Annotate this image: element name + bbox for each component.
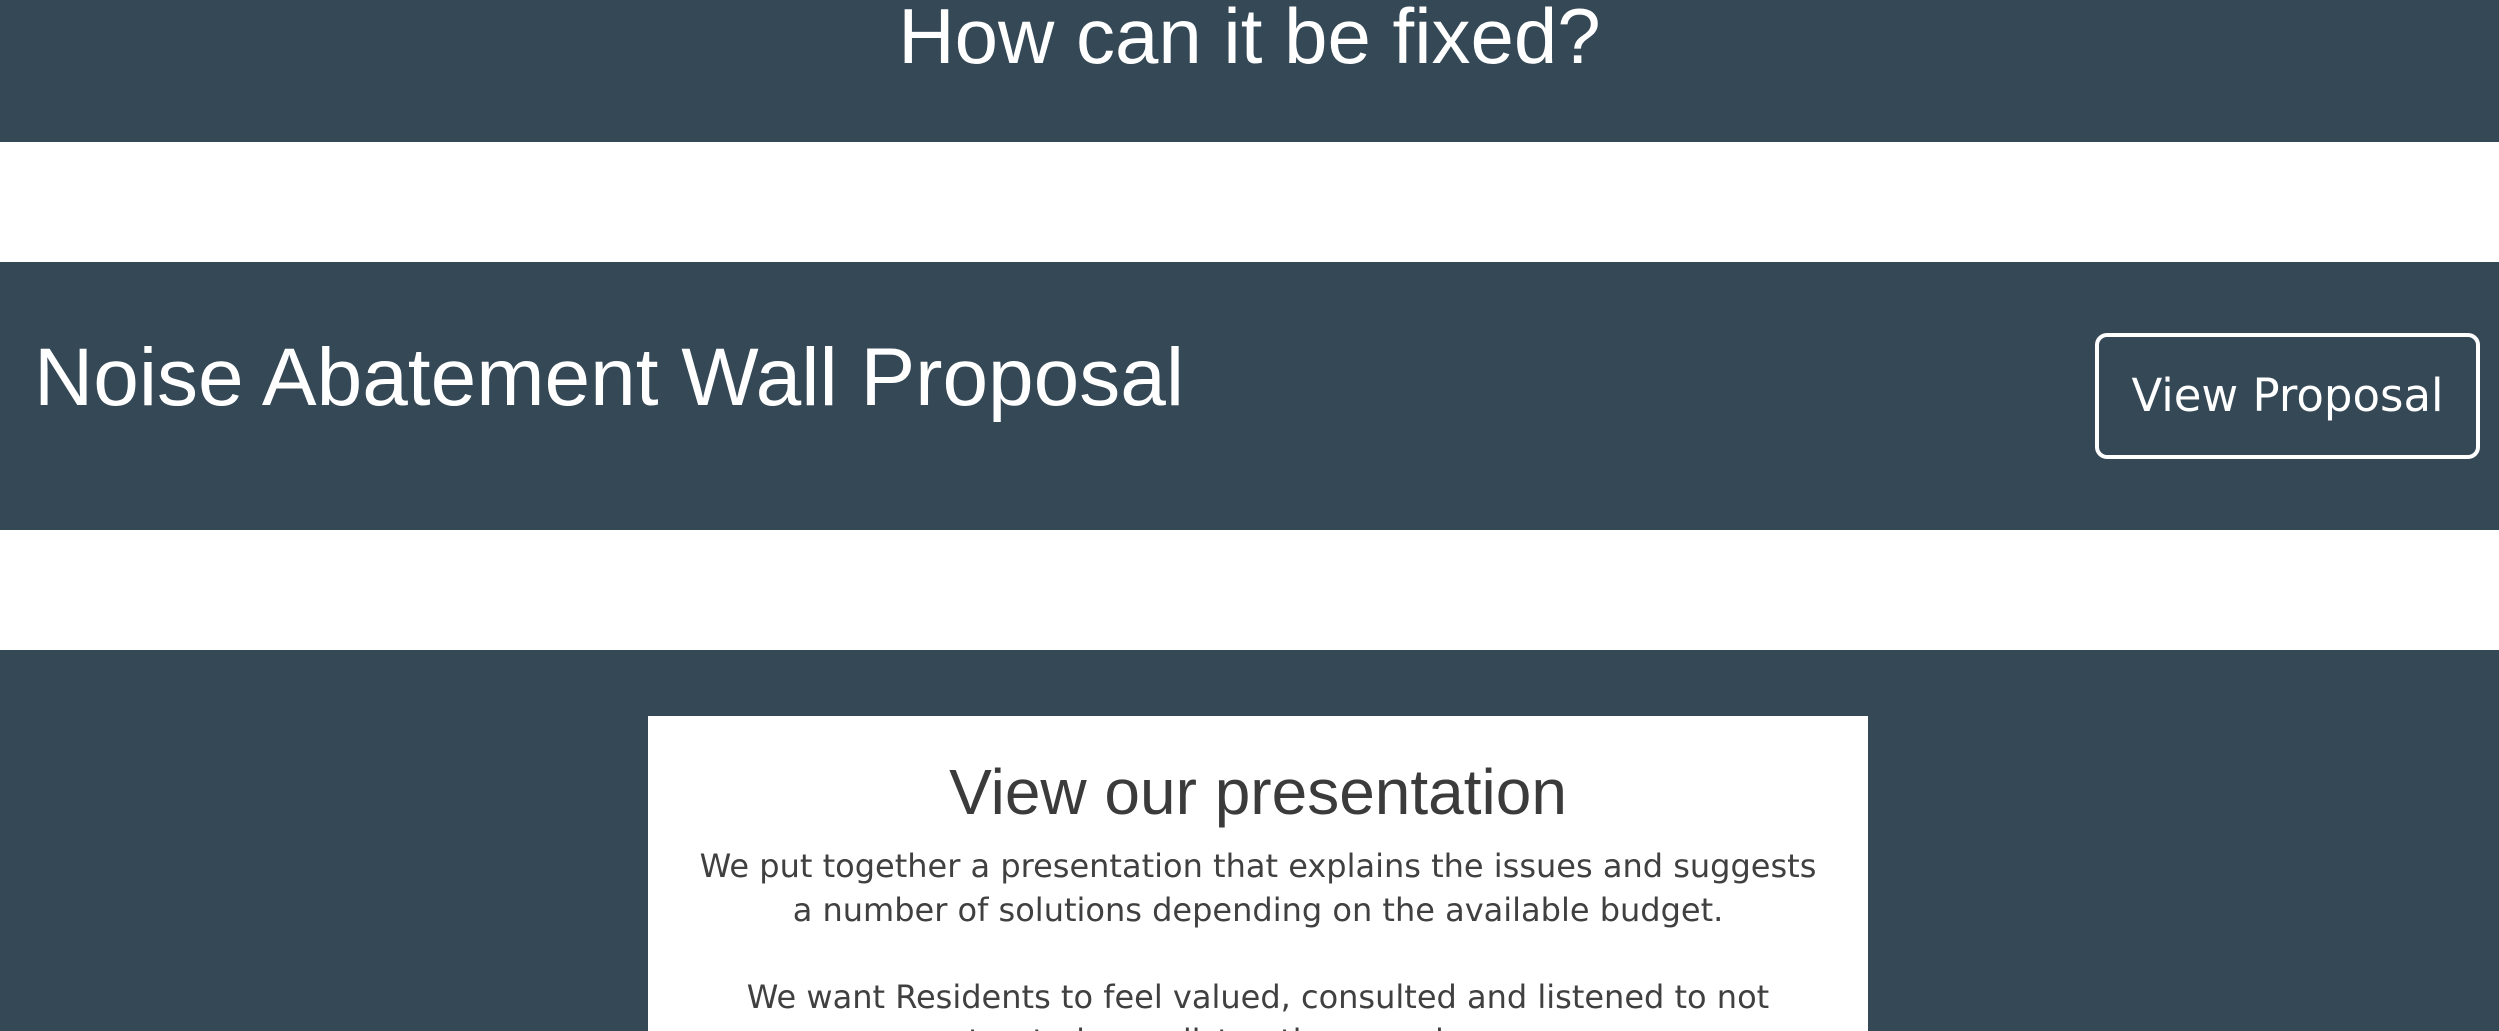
- presentation-heading: View our presentation: [949, 756, 1567, 828]
- presentation-description: We put together a presentation that expl…: [699, 847, 1817, 929]
- fix-heading-band: How can it be fixed?: [0, 0, 2499, 142]
- section-heading: How can it be fixed?: [898, 0, 1601, 80]
- residents-statement: We want Residents to feel valued, consul…: [746, 978, 1770, 1031]
- proposal-title: Noise Abatement Wall Proposal: [34, 332, 1185, 423]
- page: How can it be fixed? Noise Abatement Wal…: [0, 0, 2499, 1031]
- presentation-card: View our presentation We put together a …: [648, 716, 1868, 1031]
- view-proposal-button[interactable]: View Proposal: [2095, 333, 2480, 459]
